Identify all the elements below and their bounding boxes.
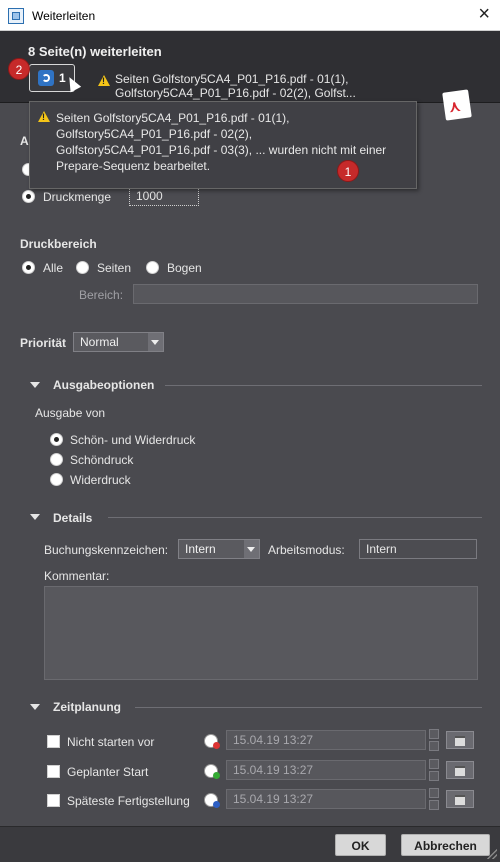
priority-label: Priorität: [20, 336, 67, 350]
not-before-spinner[interactable]: [429, 729, 439, 751]
section-divider: [165, 385, 482, 386]
comment-label: Kommentar:: [44, 569, 110, 583]
sequence-icon: [38, 70, 54, 86]
druckmenge-input[interactable]: 1000: [129, 186, 199, 206]
dialog-heading: 8 Seite(n) weiterleiten: [28, 44, 162, 59]
planned-start-datetime[interactable]: 15.04.19 13:27: [226, 760, 426, 780]
planned-start-spinner[interactable]: [429, 759, 439, 781]
druckmenge-radio[interactable]: [22, 190, 35, 203]
warning-icon: [38, 111, 50, 122]
clock-blue-icon: [204, 793, 220, 808]
tooltip-line-2: Golfstory5CA4_P01_P16.pdf - 02(2),: [56, 127, 253, 141]
app-icon: [8, 8, 24, 24]
latest-completion-label: Späteste Fertigstellung: [67, 794, 190, 808]
warning-tooltip: Seiten Golfstory5CA4_P01_P16.pdf - 01(1)…: [29, 101, 417, 189]
tooltip-line-1: Seiten Golfstory5CA4_P01_P16.pdf - 01(1)…: [56, 111, 290, 125]
not-before-datetime[interactable]: 15.04.19 13:27: [226, 730, 426, 750]
not-before-label: Nicht starten vor: [67, 735, 155, 749]
tooltip-line-3: Golfstory5CA4_P01_P16.pdf - 03(3), ... w…: [56, 143, 387, 157]
collapse-triangle-icon[interactable]: [30, 704, 40, 710]
booking-select[interactable]: Intern: [178, 539, 260, 559]
output-options-heading: Ausgabeoptionen: [53, 378, 155, 392]
warning-icon: [98, 75, 110, 86]
range-field-label: Bereich:: [79, 288, 124, 302]
chevron-down-icon: [148, 333, 163, 351]
latest-completion-spinner[interactable]: [429, 788, 439, 810]
range-input[interactable]: [133, 284, 478, 304]
collapse-triangle-icon[interactable]: [30, 382, 40, 388]
header-warning-text: Seiten Golfstory5CA4_P01_P16.pdf - 01(1)…: [115, 72, 415, 100]
annotation-badge-2: 2: [8, 58, 30, 80]
output-back-radio[interactable]: [50, 473, 63, 486]
latest-completion-checkbox[interactable]: [47, 794, 60, 807]
range-all-label: Alle: [43, 261, 64, 275]
range-sheets-radio[interactable]: [146, 261, 159, 274]
print-range-heading: Druckbereich: [20, 237, 97, 251]
warning-line-1: Seiten Golfstory5CA4_P01_P16.pdf - 01(1)…: [115, 72, 349, 86]
pdf-icon: ⋏: [442, 89, 472, 121]
clock-green-icon: [204, 764, 220, 779]
output-both-label: Schön- und Widerdruck: [70, 433, 196, 447]
range-all-radio[interactable]: [22, 261, 35, 274]
work-mode-input[interactable]: Intern: [359, 539, 477, 559]
booking-value: Intern: [185, 542, 216, 556]
calendar-icon[interactable]: [446, 761, 474, 779]
dialog-footer: OK Abbrechen: [0, 826, 500, 862]
range-pages-label: Seiten: [97, 261, 132, 275]
cancel-button[interactable]: Abbrechen: [401, 834, 490, 856]
warning-line-2: Golfstory5CA4_P01_P16.pdf - 02(2), Golfs…: [115, 86, 356, 100]
druckmenge-label: Druckmenge: [43, 190, 112, 204]
collapse-triangle-icon[interactable]: [30, 514, 40, 520]
priority-select[interactable]: Normal: [73, 332, 164, 352]
work-mode-label: Arbeitsmodus:: [268, 543, 345, 557]
calendar-icon[interactable]: [446, 731, 474, 749]
not-before-checkbox[interactable]: [47, 735, 60, 748]
resize-grip-icon[interactable]: [487, 849, 497, 859]
output-from-label: Ausgabe von: [35, 406, 106, 420]
section-divider: [108, 517, 482, 518]
window-title: Weiterleiten: [32, 9, 96, 23]
range-pages-radio[interactable]: [76, 261, 89, 274]
output-back-label: Widerdruck: [70, 473, 131, 487]
chevron-down-icon: [244, 540, 259, 558]
priority-value: Normal: [80, 335, 119, 349]
booking-label: Buchungskennzeichen:: [44, 543, 169, 557]
section-divider: [135, 707, 482, 708]
planned-start-label: Geplanter Start: [67, 765, 149, 779]
planned-start-checkbox[interactable]: [47, 765, 60, 778]
clock-red-icon: [204, 734, 220, 749]
range-sheets-label: Bogen: [167, 261, 202, 275]
output-both-radio[interactable]: [50, 433, 63, 446]
latest-completion-datetime[interactable]: 15.04.19 13:27: [226, 789, 426, 809]
close-icon[interactable]: ×: [478, 4, 490, 24]
calendar-icon[interactable]: [446, 790, 474, 808]
quantity-heading-partial: A: [20, 134, 29, 148]
output-front-radio[interactable]: [50, 453, 63, 466]
window-titlebar: Weiterleiten ×: [0, 0, 500, 31]
ok-button[interactable]: OK: [335, 834, 386, 856]
output-front-label: Schöndruck: [70, 453, 134, 467]
scheduling-heading: Zeitplanung: [53, 700, 121, 714]
annotation-badge-1: 1: [337, 160, 359, 182]
comment-textarea[interactable]: [44, 586, 478, 680]
details-heading: Details: [53, 511, 93, 525]
